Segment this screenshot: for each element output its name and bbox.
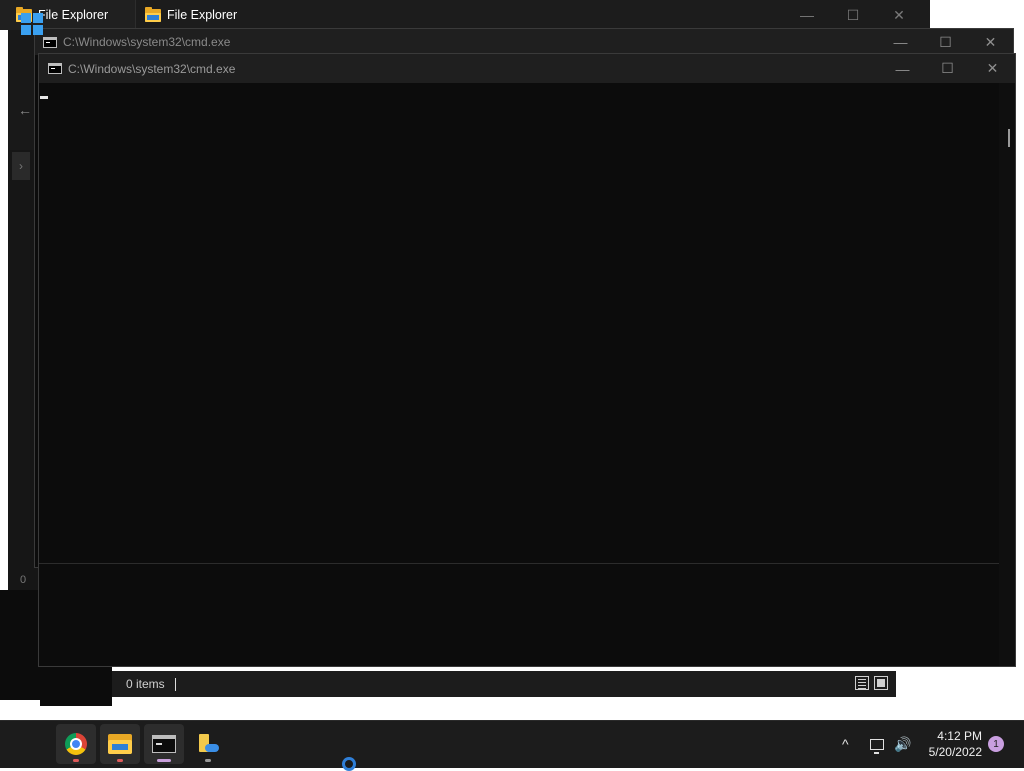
cmd-window-controls: — ☐ ✕: [880, 54, 1015, 83]
clock[interactable]: 4:12 PM 5/20/2022: [916, 728, 982, 760]
explorer-tab-2[interactable]: File Explorer: [137, 0, 317, 30]
explorer-side-count: 0: [20, 574, 27, 586]
close-button[interactable]: ✕: [876, 0, 922, 30]
running-indicator: [73, 759, 79, 762]
chevron-right-icon[interactable]: ›: [12, 152, 30, 180]
notification-badge[interactable]: 1: [988, 736, 1004, 752]
cmd-window-controls: — ☐ ✕: [878, 29, 1013, 55]
taskbar-file-explorer[interactable]: [100, 724, 140, 764]
maximize-button[interactable]: ☐: [923, 29, 968, 55]
maximize-button[interactable]: ☐: [830, 0, 876, 30]
terminal-icon: [152, 735, 176, 753]
back-arrow-icon[interactable]: ←: [18, 102, 32, 118]
window-shadow: [0, 590, 40, 700]
console-divider: [39, 563, 999, 564]
explorer-tab-label: File Explorer: [167, 8, 238, 22]
file-explorer-onedrive-icon: [197, 734, 219, 754]
folder-icon: [145, 6, 161, 22]
taskbar-chrome[interactable]: [56, 724, 96, 764]
cmd-title: C:\Windows\system32\cmd.exe: [68, 61, 236, 76]
minimize-button[interactable]: —: [880, 54, 925, 83]
cmd-icon: [48, 63, 62, 74]
close-button[interactable]: ✕: [970, 54, 1015, 83]
taskbar-file-explorer-2[interactable]: [188, 724, 228, 764]
volume-icon[interactable]: 🔊: [894, 720, 911, 768]
minimize-button[interactable]: —: [784, 0, 830, 30]
network-icon: [870, 738, 884, 754]
window-shadow: [40, 666, 112, 706]
active-indicator: [157, 759, 171, 762]
cmd-window-front[interactable]: C:\Windows\system32\cmd.exe — ☐ ✕: [38, 53, 1016, 667]
status-separator: [174, 677, 176, 691]
item-count: 0 items: [126, 677, 165, 691]
show-hidden-icons-button[interactable]: ^: [842, 720, 849, 768]
console-scrollbar[interactable]: [999, 83, 1015, 666]
close-button[interactable]: ✕: [968, 29, 1013, 55]
running-indicator: [117, 759, 123, 762]
windows-start-icon: [21, 13, 43, 35]
running-indicator: [205, 759, 211, 762]
busy-cursor-icon: [342, 757, 356, 771]
cmd-titlebar[interactable]: C:\Windows\system32\cmd.exe — ☐ ✕: [39, 54, 1015, 83]
scrollbar-thumb[interactable]: [1008, 129, 1010, 147]
clock-time: 4:12 PM: [937, 729, 982, 743]
network-button[interactable]: [870, 720, 884, 768]
chrome-icon: [65, 733, 87, 755]
maximize-button[interactable]: ☐: [925, 54, 970, 83]
details-view-icon[interactable]: [855, 676, 869, 690]
minimize-button[interactable]: —: [878, 29, 923, 55]
explorer-status-bar: 0 items: [112, 671, 896, 697]
file-explorer-icon: [108, 734, 132, 754]
start-button[interactable]: [12, 4, 52, 44]
console-cursor: [40, 96, 48, 99]
cmd-titlebar[interactable]: C:\Windows\system32\cmd.exe — ☐ ✕: [35, 29, 1013, 55]
clock-date: 5/20/2022: [928, 745, 982, 759]
taskbar-terminal[interactable]: [144, 724, 184, 764]
cmd-title: C:\Windows\system32\cmd.exe: [63, 35, 231, 49]
view-toggle: [855, 676, 888, 690]
explorer-window-controls: — ☐ ✕: [784, 0, 922, 30]
large-icons-view-icon[interactable]: [874, 676, 888, 690]
